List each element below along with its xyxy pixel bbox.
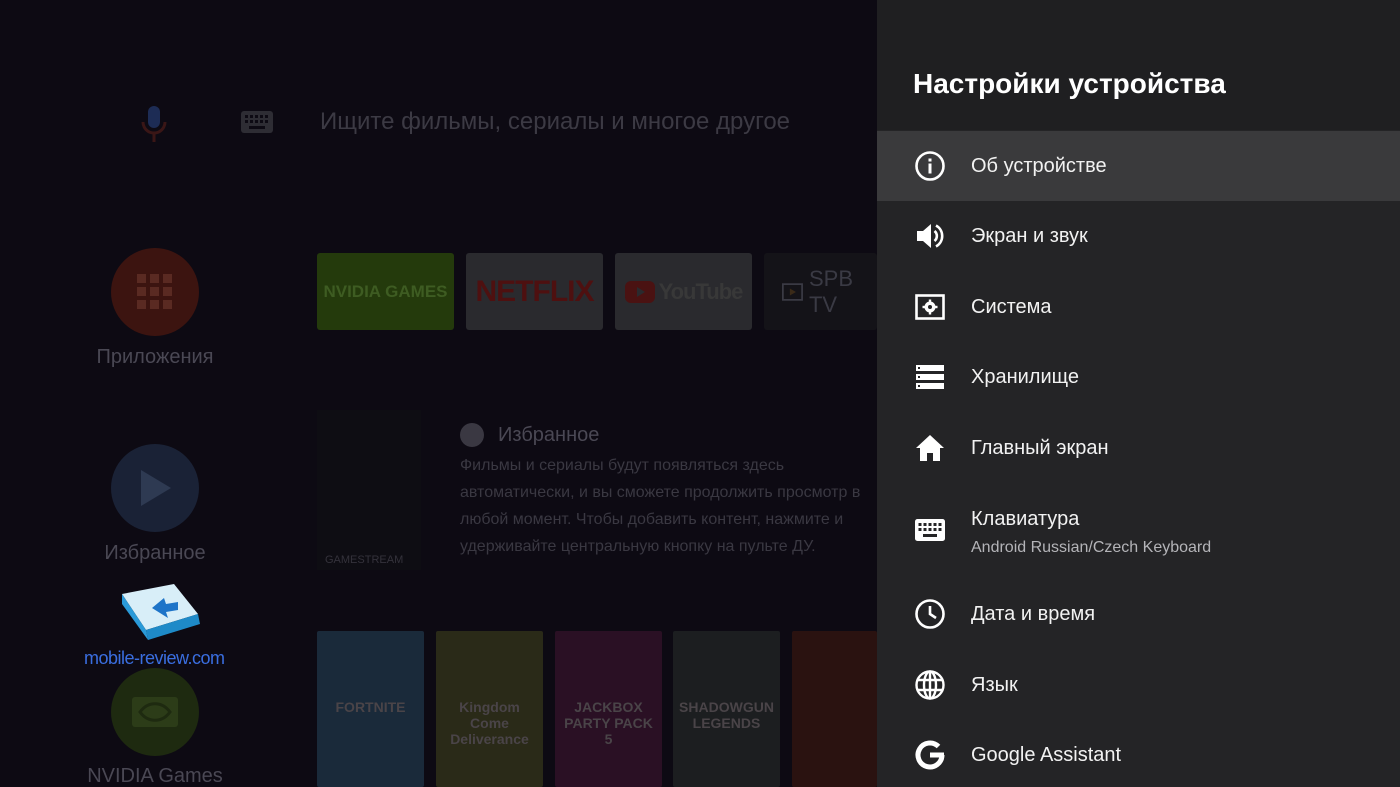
favorites-label: Избранное <box>104 542 206 564</box>
apps-grid-icon <box>137 274 172 309</box>
netflix-tile-label: NETFLIX <box>475 274 595 308</box>
storage-icon <box>914 361 946 393</box>
settings-item-storage[interactable]: Хранилище <box>877 342 1400 412</box>
home-icon <box>914 432 946 464</box>
favorites-play-icon <box>460 423 484 447</box>
nvidia-games-button[interactable] <box>111 668 199 756</box>
youtube-play-icon <box>624 280 655 303</box>
settings-item-about[interactable]: Об устройстве <box>877 131 1400 201</box>
watermark-text: mobile-review.com <box>84 648 225 668</box>
settings-header: Настройки устройства <box>877 0 1400 130</box>
spb-tv-icon <box>782 282 803 301</box>
settings-title: Настройки устройства <box>913 68 1226 99</box>
game-tile[interactable]: Kingdom Come Deliverance <box>436 631 543 787</box>
game-tile[interactable] <box>792 631 877 787</box>
apps-button[interactable] <box>111 248 199 336</box>
game-tile[interactable]: SHADOWGUN LEGENDS <box>673 631 780 787</box>
settings-item-label: Система <box>971 295 1052 318</box>
settings-item-label: Об устройстве <box>971 154 1107 177</box>
game-title: SHADOWGUN LEGENDS <box>679 699 774 731</box>
keyboard-search-icon[interactable] <box>240 110 274 134</box>
settings-item-label: Хранилище <box>971 365 1079 388</box>
info-icon <box>914 150 946 182</box>
game-title: Kingdom Come Deliverance <box>450 699 529 747</box>
youtube-tile[interactable]: YouTube <box>615 253 752 330</box>
system-icon <box>914 291 946 323</box>
apps-label: Приложения <box>96 346 214 368</box>
nvidia-games-label: NVIDIA Games <box>87 765 223 787</box>
gamestream-card[interactable]: GAMESTREAM <box>317 410 421 570</box>
youtube-tile-label: YouTube <box>658 278 744 304</box>
settings-item-label: Экран и звук <box>971 224 1088 247</box>
game-tile[interactable]: FORTNITE <box>317 631 424 787</box>
nvidia-icon <box>132 697 178 727</box>
settings-item-language[interactable]: Язык <box>877 650 1400 720</box>
settings-item-label: Главный экран <box>971 436 1109 459</box>
settings-item-google-assistant[interactable]: Google Assistant <box>877 720 1400 787</box>
speaker-icon <box>914 220 946 252</box>
search-placeholder[interactable]: Ищите фильмы, сериалы и многое другое <box>320 108 790 136</box>
favorites-description: Фильмы и сериалы будут появляться здесь … <box>460 457 861 555</box>
microphone-icon[interactable] <box>140 104 168 144</box>
google-icon <box>914 739 946 771</box>
clock-icon <box>914 598 946 630</box>
keyboard-icon <box>914 514 946 546</box>
settings-item-sublabel: Android Russian/Czech Keyboard <box>971 539 1212 556</box>
settings-item-label: Дата и время <box>971 602 1096 625</box>
device-settings-panel: Настройки устройства Об устройстве Экран… <box>877 0 1400 787</box>
game-title: JACKBOX PARTY PACK 5 <box>564 699 653 747</box>
settings-item-system[interactable]: Система <box>877 272 1400 342</box>
spb-tv-tile[interactable]: SPB TV <box>764 253 877 330</box>
settings-item-home-screen[interactable]: Главный экран <box>877 413 1400 483</box>
settings-item-label: Клавиатура <box>971 508 1080 530</box>
play-icon <box>141 470 171 506</box>
globe-icon <box>914 669 946 701</box>
home-screen-background: Ищите фильмы, сериалы и многое другое Пр… <box>0 0 877 787</box>
favorites-button[interactable] <box>111 444 199 532</box>
settings-item-label: Google Assistant <box>971 743 1122 766</box>
nvidia-games-tile[interactable]: NVIDIA GAMES <box>317 253 454 330</box>
spb-tv-tile-label: SPB TV <box>808 265 853 317</box>
nvidia-games-tile-label: NVIDIA GAMES <box>323 282 448 301</box>
settings-item-date-time[interactable]: Дата и время <box>877 579 1400 649</box>
settings-item-label: Язык <box>971 673 1018 696</box>
watermark-logo-icon <box>122 584 200 640</box>
netflix-tile[interactable]: NETFLIX <box>466 253 603 330</box>
game-title: FORTNITE <box>335 699 406 715</box>
gamestream-label: GAMESTREAM <box>325 554 404 566</box>
settings-item-keyboard[interactable]: Клавиатура Android Russian/Czech Keyboar… <box>877 484 1400 576</box>
game-tile[interactable]: JACKBOX PARTY PACK 5 <box>555 631 662 787</box>
settings-item-screen-sound[interactable]: Экран и звук <box>877 201 1400 271</box>
favorites-title: Избранное <box>498 424 600 446</box>
